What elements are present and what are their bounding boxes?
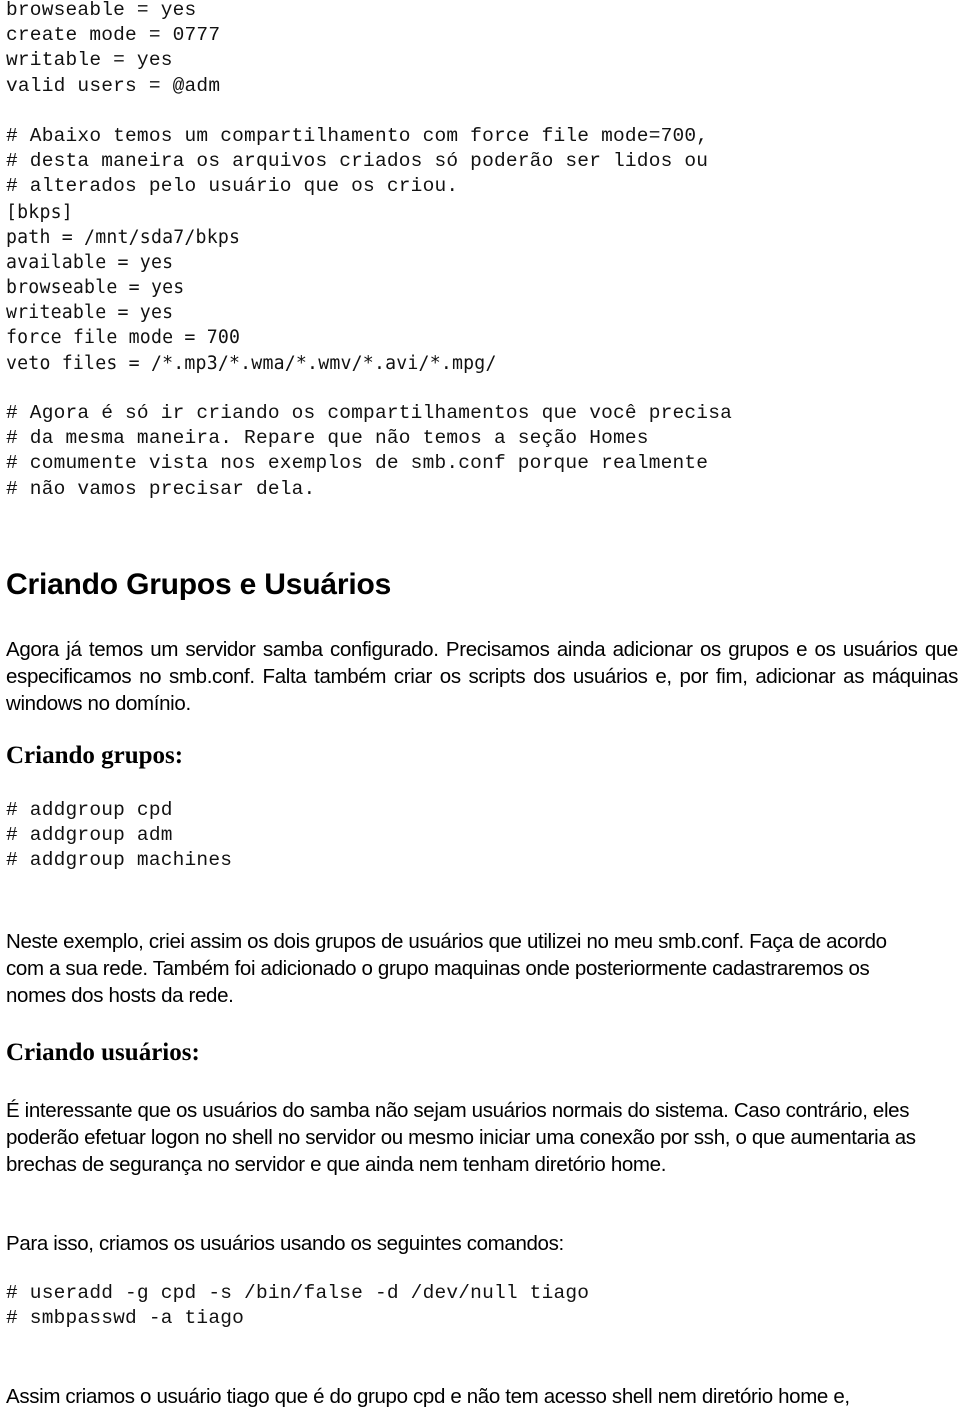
paragraph-intro: Agora já temos um servidor samba configu… (6, 638, 958, 715)
code-block-useradd: # useradd -g cpd -s /bin/false -d /dev/n… (6, 1281, 706, 1331)
code-line: writable = yes (6, 49, 173, 72)
paragraph-comandos-intro: Para isso, criamos os usuários usando os… (6, 1232, 564, 1255)
paragraph-usuarios-explanation: É interessante que os usuários do samba … (6, 1099, 916, 1176)
code-line: available = yes (6, 251, 174, 273)
code-line: # addgroup cpd (6, 799, 173, 821)
paragraph-conclusion: Assim criamos o usuário tiago que é do g… (6, 1385, 850, 1408)
subheading-criando-usuarios: Criando usuários: (6, 1039, 200, 1066)
code-line: # useradd -g cpd -s /bin/false -d /dev/n… (6, 1282, 590, 1304)
code-line: # não vamos precisar dela. (6, 477, 316, 500)
code-line: create mode = 0777 (6, 24, 221, 47)
code-line: # alterados pelo usuário que os criou. (6, 175, 459, 198)
code-line: valid users = @adm (6, 74, 221, 97)
code-line: # addgroup machines (6, 849, 233, 872)
code-line: # Abaixo temos um compartilhamento com f… (6, 124, 709, 147)
code-line: force file mode = 700 (6, 327, 241, 349)
code-line: veto files = /*.mp3/*.wma/*.wmv/*.avi/*.… (6, 352, 497, 374)
paragraph-grupos-explanation: Neste exemplo, criei assim os dois grupo… (6, 930, 887, 1007)
code-line: writeable = yes (6, 302, 174, 324)
code-line: browseable = yes (6, 277, 185, 299)
code-block-smb-conf: browseable = yes create mode = 0777 writab… (6, 0, 946, 502)
code-line: # comumente vista nos exemplos de smb.co… (6, 452, 709, 475)
code-line: # Agora é só ir criando os compartilhame… (6, 402, 733, 424)
code-block-addgroup: # addgroup cpd # addgroup adm # addgroup m… (6, 798, 606, 874)
code-line: [bkps] (6, 201, 73, 223)
document-page: browseable = yes create mode = 0777 writab… (0, 0, 960, 1418)
code-line: browseable = yes (6, 0, 197, 21)
code-line: # da mesma maneira. Repare que não temos… (6, 427, 649, 450)
code-line: path = /mnt/sda7/bkps (6, 226, 241, 248)
code-line: # desta maneira os arquivos criados só p… (6, 150, 709, 173)
subheading-criando-grupos: Criando grupos: (6, 742, 184, 769)
page-section-title: Criando Grupos e Usuários (6, 568, 392, 601)
code-line: # smbpasswd -a tiago (6, 1307, 245, 1330)
code-line: # addgroup adm (6, 824, 173, 847)
